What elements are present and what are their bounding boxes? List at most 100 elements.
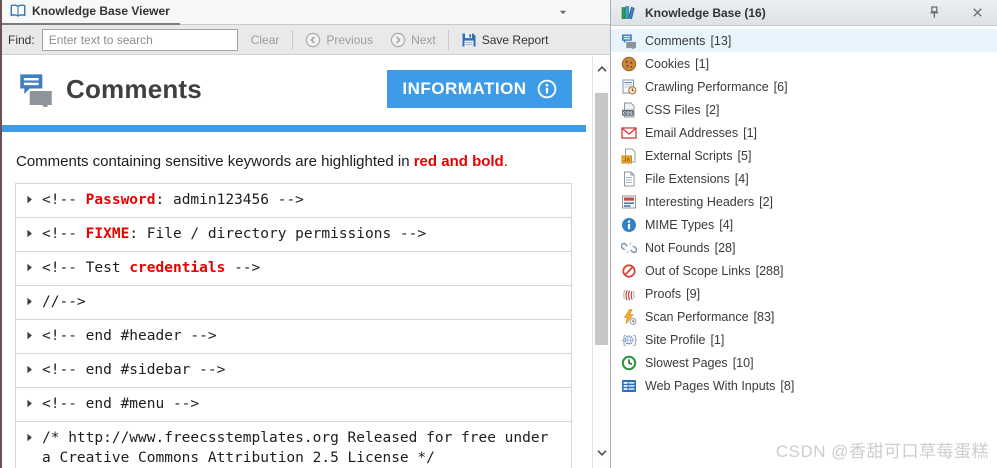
pin-icon[interactable] — [927, 5, 942, 20]
sidebar-item-file-extensions[interactable]: File Extensions [4] — [611, 167, 997, 190]
info-blue-icon — [621, 217, 637, 233]
comment-row[interactable]: <!-- end #sidebar --> — [16, 354, 571, 388]
sidebar-item-mime-types[interactable]: MIME Types [4] — [611, 213, 997, 236]
knowledge-base-header: Knowledge Base (16) — [611, 0, 997, 26]
sidebar-item-count: [288] — [755, 263, 784, 278]
sidebar-item-label: Email Addresses — [645, 125, 739, 140]
sidebar-item-comments[interactable]: Comments [13] — [611, 29, 997, 52]
vertical-scrollbar[interactable] — [592, 56, 610, 468]
comment-row[interactable]: <!-- end #header --> — [16, 320, 571, 354]
sidebar-item-label: CSS Files — [645, 102, 701, 117]
sensitive-keyword: Password — [85, 192, 156, 208]
clear-button[interactable]: Clear — [245, 30, 286, 50]
sidebar-item-email-addresses[interactable]: Email Addresses [1] — [611, 121, 997, 144]
sidebar-item-count: [1] — [743, 125, 758, 140]
css-file-icon: CSS — [621, 102, 637, 118]
sidebar-item-interesting-headers[interactable]: Interesting Headers [2] — [611, 190, 997, 213]
arrow-left-circle-icon — [305, 32, 321, 48]
comment-text: <!-- end #menu --> — [42, 394, 199, 414]
comment-segment: <!-- end #menu --> — [42, 396, 200, 412]
sidebar-item-label: Web Pages With Inputs — [645, 378, 776, 393]
description-suffix: . — [503, 153, 508, 170]
sidebar-item-scan-performance[interactable]: Scan Performance [83] — [611, 305, 997, 328]
comments-icon — [621, 33, 637, 50]
sidebar-item-count: [6] — [773, 79, 788, 94]
sidebar-item-count: [9] — [686, 286, 701, 301]
save-report-button[interactable]: Save Report — [456, 29, 554, 51]
sidebar-item-label: Not Founds — [645, 240, 710, 255]
expand-arrow-icon[interactable] — [24, 228, 35, 239]
sidebar-item-site-profile[interactable]: {} Site Profile [1] — [611, 328, 997, 351]
sidebar-item-count: [4] — [734, 171, 749, 186]
previous-button[interactable]: Previous — [300, 29, 378, 51]
save-icon — [461, 32, 477, 48]
comment-segment: <!-- end #header --> — [42, 328, 217, 344]
comment-segment: <!-- — [42, 192, 86, 208]
report-content: Comments INFORMATION Comments containing… — [2, 56, 591, 468]
search-input[interactable] — [41, 28, 238, 51]
sensitive-keyword: FIXME — [85, 226, 130, 242]
script-js-icon: JS — [621, 148, 637, 164]
scrollbar-thumb[interactable] — [595, 93, 608, 345]
comment-segment: --> — [225, 260, 261, 276]
close-icon[interactable] — [970, 5, 985, 20]
find-toolbar: Find: Clear Previous Next Save Report — [2, 25, 610, 55]
comment-segment: //--> — [42, 294, 86, 310]
sidebar-item-label: Out of Scope Links — [645, 263, 751, 278]
comment-text: /* http://www.freecsstemplates.org Relea… — [42, 428, 554, 468]
comment-text: <!-- end #header --> — [42, 326, 217, 346]
expand-arrow-icon[interactable] — [24, 194, 35, 205]
information-label: INFORMATION — [402, 79, 527, 98]
expand-arrow-icon[interactable] — [24, 364, 35, 375]
out-of-scope-icon — [621, 263, 637, 279]
sidebar-item-web-pages-with-inputs[interactable]: Web Pages With Inputs [8] — [611, 374, 997, 397]
expand-arrow-icon[interactable] — [24, 432, 35, 443]
expand-arrow-icon[interactable] — [24, 262, 35, 273]
sidebar-item-label: Comments — [645, 33, 706, 48]
sidebar-item-count: [13] — [710, 33, 732, 48]
lightning-clock-icon — [621, 308, 637, 325]
comment-row[interactable]: <!-- Test credentials --> — [16, 252, 571, 286]
cookie-icon — [621, 56, 637, 72]
comment-row[interactable]: <!-- FIXME: File / directory permissions… — [16, 218, 571, 252]
comment-row[interactable]: <!-- end #menu --> — [16, 388, 571, 422]
scroll-down-icon[interactable] — [595, 446, 609, 460]
toolbar-separator — [447, 29, 449, 50]
report-header: Comments INFORMATION — [16, 70, 572, 111]
sidebar-item-count: [1] — [695, 56, 710, 71]
book-icon — [10, 3, 26, 19]
sidebar-item-label: Slowest Pages — [645, 355, 728, 370]
chevron-down-icon[interactable] — [556, 5, 570, 19]
sidebar-item-count: [1] — [710, 332, 725, 347]
tab-knowledge-base-viewer[interactable]: Knowledge Base Viewer — [2, 0, 180, 25]
globe-braces-icon: {} — [621, 332, 639, 348]
sidebar-item-proofs[interactable]: Proofs [9] — [611, 282, 997, 305]
tab-title: Knowledge Base Viewer — [32, 4, 170, 18]
sidebar-item-crawling-performance[interactable]: Crawling Performance [6] — [611, 75, 997, 98]
save-report-label: Save Report — [481, 32, 549, 47]
sidebar-item-count: [8] — [780, 378, 795, 393]
sidebar-item-external-scripts[interactable]: JS External Scripts [5] — [611, 144, 997, 167]
knowledge-base-panel: Knowledge Base (16) Comments [13] Cookies [… — [610, 0, 997, 468]
email-icon — [621, 125, 637, 141]
sidebar-item-count: [2] — [705, 102, 720, 117]
information-button[interactable]: INFORMATION — [387, 70, 572, 108]
accent-divider — [2, 125, 586, 132]
sidebar-item-slowest-pages[interactable]: Slowest Pages [10] — [611, 351, 997, 374]
expand-arrow-icon[interactable] — [24, 296, 35, 307]
sidebar-item-count: [28] — [714, 240, 736, 255]
sidebar-item-out-of-scope-links[interactable]: Out of Scope Links [288] — [611, 259, 997, 282]
comment-row[interactable]: <!-- Password: admin123456 --> — [16, 184, 571, 218]
sidebar-item-not-founds[interactable]: Not Founds [28] — [611, 236, 997, 259]
scroll-up-icon[interactable] — [595, 62, 609, 76]
comment-row[interactable]: //--> — [16, 286, 571, 320]
comment-row[interactable]: /* http://www.freecsstemplates.org Relea… — [16, 422, 571, 468]
next-button[interactable]: Next — [385, 29, 441, 51]
broken-link-icon — [620, 240, 638, 256]
expand-arrow-icon[interactable] — [24, 330, 35, 341]
sidebar-item-label: External Scripts — [645, 148, 733, 163]
sidebar-item-cookies[interactable]: Cookies [1] — [611, 52, 997, 75]
expand-arrow-icon[interactable] — [24, 398, 35, 409]
sidebar-item-css-files[interactable]: CSS CSS Files [2] — [611, 98, 997, 121]
form-inputs-icon — [621, 378, 637, 394]
